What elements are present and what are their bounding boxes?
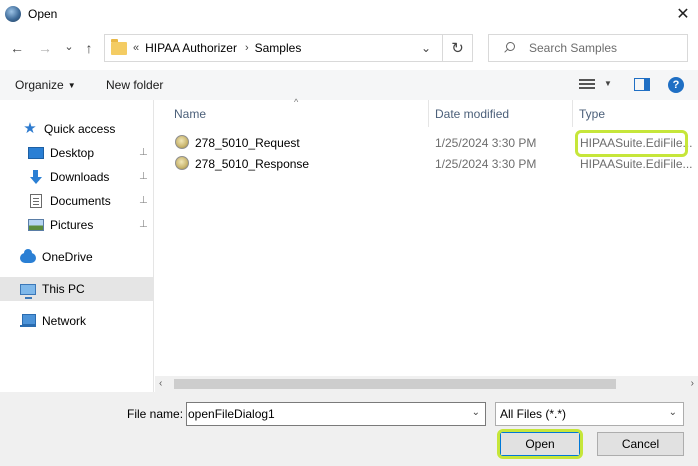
- up-button[interactable]: ↑: [80, 39, 98, 57]
- sidebar-item-pictures[interactable]: Pictures ⊥: [0, 213, 153, 237]
- downloads-icon: [28, 170, 44, 184]
- file-date-modified: 1/25/2024 3:30 PM: [435, 157, 537, 171]
- search-placeholder: Search Samples: [529, 41, 618, 55]
- column-divider[interactable]: [572, 100, 573, 127]
- sidebar-item-label: Downloads: [50, 170, 110, 184]
- preview-pane-icon[interactable]: [634, 78, 650, 91]
- sidebar-item-label: Pictures: [50, 218, 94, 232]
- pictures-icon: [28, 219, 44, 231]
- dialog-footer: File name: openFileDialog1 ⌄ All Files (…: [0, 392, 698, 466]
- sidebar-item-label: Quick access: [44, 122, 116, 136]
- sort-ascending-icon: ^: [294, 97, 299, 107]
- scroll-left-icon[interactable]: ‹: [159, 378, 162, 389]
- network-icon: [20, 314, 36, 328]
- documents-icon: [30, 194, 42, 208]
- organize-menu[interactable]: Organize ▼: [15, 78, 76, 92]
- column-header-name[interactable]: Name: [174, 100, 206, 127]
- forward-button[interactable]: →: [36, 39, 54, 57]
- file-type-filter-select[interactable]: All Files (*.*) ⌄: [495, 402, 684, 426]
- breadcrumb-separator[interactable]: ›: [245, 42, 249, 54]
- file-name: 278_5010_Request: [195, 136, 300, 150]
- breadcrumb-samples[interactable]: Samples: [255, 41, 302, 55]
- file-list: ^ Name Date modified Type 278_5010_Reque…: [155, 97, 698, 392]
- file-name-input[interactable]: openFileDialog1 ⌄: [186, 402, 486, 426]
- column-divider[interactable]: [428, 100, 429, 127]
- sidebar-item-documents[interactable]: Documents ⊥: [0, 189, 153, 213]
- sidebar-item-label: Network: [42, 314, 87, 328]
- pin-icon[interactable]: ⊥: [139, 148, 148, 158]
- open-button-highlight: [497, 429, 583, 459]
- sidebar-item-network[interactable]: Network: [0, 309, 153, 333]
- breadcrumb-hipaa-authorizer[interactable]: HIPAA Authorizer: [145, 41, 237, 55]
- new-folder-button[interactable]: New folder: [106, 78, 163, 92]
- file-icon: [175, 135, 189, 149]
- sidebar-item-this-pc[interactable]: This PC: [0, 277, 153, 301]
- sidebar-item-label: Documents: [50, 194, 111, 208]
- pin-icon[interactable]: ⊥: [139, 196, 148, 206]
- file-name: 278_5010_Response: [195, 157, 310, 171]
- sidebar-item-quick-access[interactable]: ★ Quick access: [0, 117, 153, 141]
- sidebar-item-label: OneDrive: [42, 250, 93, 264]
- desktop-icon: [28, 147, 44, 159]
- cancel-button[interactable]: Cancel: [597, 432, 684, 456]
- window-title: Open: [28, 7, 58, 21]
- folder-icon: [111, 38, 127, 55]
- title-bar: Open ✕: [0, 0, 698, 28]
- chevron-down-icon: ⌄: [668, 407, 677, 418]
- help-icon[interactable]: ?: [668, 77, 684, 93]
- back-button[interactable]: ←: [8, 39, 26, 57]
- view-options-caret-icon[interactable]: ▼: [604, 79, 612, 88]
- file-name-value: openFileDialog1: [188, 407, 275, 421]
- file-type: HIPAASuite.EdiFile...: [580, 157, 693, 171]
- chevron-down-icon[interactable]: ⌄: [472, 407, 480, 418]
- file-name-label: File name:: [127, 407, 184, 421]
- command-toolbar: Organize ▼ New folder ▼ ?: [0, 70, 698, 100]
- view-options-icon[interactable]: [579, 79, 595, 91]
- sidebar-item-label: Desktop: [50, 146, 95, 160]
- close-button[interactable]: ✕: [668, 0, 698, 28]
- open-file-dialog: Open ✕ ← → ⌄ ↑ « HIPAA Authorizer › Samp…: [0, 0, 698, 466]
- refresh-button[interactable]: ↻: [442, 34, 472, 62]
- sidebar-item-desktop[interactable]: Desktop ⊥: [0, 141, 153, 165]
- recent-locations-button[interactable]: ⌄: [60, 37, 78, 55]
- scroll-right-icon[interactable]: ›: [691, 378, 694, 389]
- column-header-date-modified[interactable]: Date modified: [435, 100, 509, 127]
- search-input[interactable]: Search Samples: [488, 34, 688, 62]
- breadcrumb-overflow[interactable]: «: [133, 42, 139, 54]
- computer-icon: [20, 283, 36, 299]
- organize-label: Organize: [15, 78, 64, 92]
- sidebar-item-downloads[interactable]: Downloads ⊥: [0, 165, 153, 189]
- file-icon: [175, 156, 189, 170]
- pin-icon[interactable]: ⊥: [139, 172, 148, 182]
- navigation-bar: ← → ⌄ ↑ « HIPAA Authorizer › Samples ⌄ ↻…: [0, 28, 698, 68]
- search-icon: [503, 42, 515, 54]
- column-header-type[interactable]: Type: [579, 100, 605, 127]
- chevron-down-icon: ▼: [67, 81, 76, 90]
- sidebar-item-label: This PC: [42, 282, 85, 296]
- file-type-filter-value: All Files (*.*): [500, 407, 567, 421]
- cloud-icon: [20, 249, 36, 263]
- horizontal-scrollbar[interactable]: ‹ ›: [155, 376, 698, 392]
- star-icon: ★: [23, 120, 37, 137]
- sidebar-item-onedrive[interactable]: OneDrive: [0, 245, 153, 269]
- file-date-modified: 1/25/2024 3:30 PM: [435, 136, 537, 150]
- pin-icon[interactable]: ⊥: [139, 220, 148, 230]
- type-column-highlight: [575, 130, 688, 157]
- scrollbar-thumb[interactable]: [174, 379, 616, 389]
- address-dropdown-button[interactable]: ⌄: [412, 34, 440, 62]
- navigation-pane: ★ Quick access Desktop ⊥ Downloads ⊥ Doc…: [0, 100, 154, 392]
- app-icon: [5, 6, 21, 22]
